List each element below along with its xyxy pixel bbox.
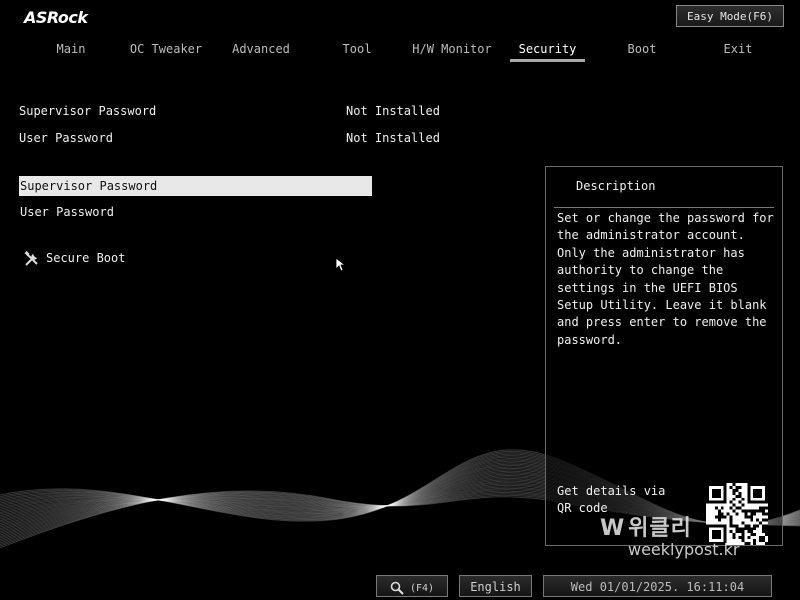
secure-boot-item[interactable]: Secure Boot — [24, 248, 125, 268]
tools-icon — [24, 250, 38, 266]
search-icon — [390, 581, 404, 595]
tab-boot[interactable]: Boot — [614, 38, 670, 60]
supervisor-password-status-value: Not Installed — [346, 104, 440, 118]
secure-boot-label: Secure Boot — [46, 251, 126, 265]
qr-code — [706, 483, 768, 545]
user-password-item[interactable]: User Password — [19, 202, 372, 222]
user-password-status-label: User Password — [19, 131, 113, 145]
datetime-display: Wed 01/01/2025. 16:11:04 — [543, 575, 772, 597]
mouse-cursor-icon — [335, 257, 347, 272]
search-button[interactable]: (F4) — [376, 575, 448, 597]
supervisor-password-status-label: Supervisor Password — [19, 104, 157, 118]
tab-security[interactable]: Security — [510, 38, 585, 62]
tab-advanced[interactable]: Advanced — [226, 38, 296, 60]
asrock-logo: ASRock — [24, 8, 88, 27]
language-button[interactable]: English — [459, 575, 532, 597]
description-title: Description — [576, 179, 656, 193]
search-shortcut: (F4) — [409, 583, 435, 594]
tab-main[interactable]: Main — [40, 38, 102, 60]
description-divider — [554, 207, 774, 208]
main-tabs: Main OC Tweaker Advanced Tool H/W Monito… — [0, 38, 800, 62]
tab-tool[interactable]: Tool — [330, 38, 384, 60]
qr-caption: Get details via QR code — [557, 484, 666, 516]
description-text: Set or change the password for the admin… — [557, 211, 774, 347]
description-panel: Description Set or change the password f… — [545, 166, 783, 546]
easy-mode-button[interactable]: Easy Mode(F6) — [676, 5, 784, 27]
supervisor-password-item[interactable]: Supervisor Password — [19, 176, 372, 196]
tab-oc-tweaker[interactable]: OC Tweaker — [126, 38, 206, 60]
user-password-status-value: Not Installed — [346, 131, 440, 145]
tab-hw-monitor[interactable]: H/W Monitor — [410, 38, 494, 60]
tab-exit[interactable]: Exit — [710, 38, 766, 60]
